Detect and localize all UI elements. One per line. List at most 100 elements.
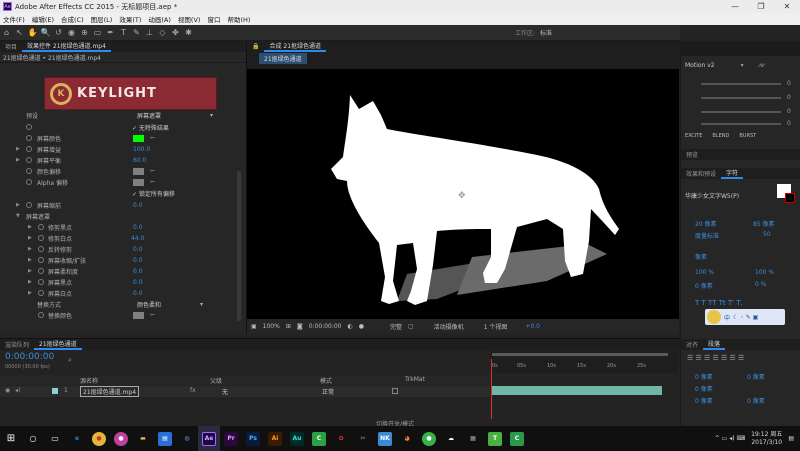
nk-app-icon[interactable]: NK [374,426,396,451]
tab-effects-presets[interactable]: 效果和预设 [681,169,721,178]
motion-version-dropdown[interactable]: Motion v2 [685,62,715,69]
indent-first-value[interactable]: 0 像素 [695,384,713,393]
layer-duration-bar[interactable] [492,386,662,395]
tab-align[interactable]: 对齐 [681,340,703,349]
screen-balance-value[interactable]: 60.0 [133,157,146,164]
alpha-offset-swatch[interactable] [133,179,144,186]
expand-triangle-icon[interactable]: ▶ [28,279,32,285]
puppet-tool-icon[interactable]: ✱ [182,26,195,39]
grid-app-icon[interactable]: ▦ [462,426,484,451]
tab-composition[interactable]: 合成 21抠绿色通道 [264,41,327,52]
camera-tool-icon[interactable]: ◉ [65,26,78,39]
tsume-value[interactable]: 0 % [755,281,766,288]
stamp-tool-icon[interactable]: ⊥ [143,26,156,39]
layer-row[interactable]: ◉ ◂) 1 21抠绿色通道.mp4 fx 无 正常 [0,386,490,397]
edge-icon[interactable]: e [66,426,88,451]
green-c-app-icon[interactable]: C [506,426,528,451]
stopwatch-icon[interactable] [38,235,44,241]
audio-icon[interactable]: ◂) [15,387,20,394]
minimize-button[interactable]: — [722,0,748,13]
comp-subtab[interactable]: 21抠绿色通道 [259,52,307,64]
motion-slider-0[interactable] [701,83,781,85]
horizontal-scale-value[interactable]: 100 % [755,269,774,276]
collapse-triangle-icon[interactable]: ▼ [16,213,20,219]
tab-render-queue[interactable]: 渲染队列 [0,340,34,349]
screen-color-swatch[interactable] [133,135,144,142]
folder-icon[interactable]: ▬ [132,426,154,451]
stopwatch-icon[interactable] [26,124,32,130]
stroke-width-value[interactable]: 像素 [695,252,707,261]
burst-button[interactable]: BURST [739,133,756,139]
screen-preblur-value[interactable]: 0.0 [133,202,143,209]
close-button[interactable]: ✕ [774,0,800,13]
chrome-icon[interactable]: ● [88,426,110,451]
indent-left-value[interactable]: 0 像素 [695,372,713,381]
menu-layer[interactable]: 图层(L) [91,14,113,24]
stopwatch-icon[interactable] [26,168,32,174]
eye-icon[interactable]: ◉ [5,387,10,394]
eyedropper-icon[interactable]: ⤚ [150,178,155,186]
premiere-icon[interactable]: Pr [220,426,242,451]
motion-slider-1[interactable] [701,97,781,99]
notification-icon[interactable]: ▤ [788,435,794,442]
stopwatch-icon[interactable] [38,279,44,285]
eyedropper-icon[interactable]: ⤚ [150,167,155,175]
stopwatch-icon[interactable] [38,224,44,230]
ime-widget[interactable]: 中 ☾ ◦ ✎ ▣ [705,309,785,325]
expand-triangle-icon[interactable]: ▶ [28,257,32,263]
windows-start-icon[interactable]: ⊞ [0,426,22,451]
chevron-down-icon[interactable]: ▾ [210,112,213,119]
timeline-timecode[interactable]: 0:00:00:00 [5,352,54,362]
snapshot-icon[interactable]: ◐ [347,323,352,330]
green-t-app-icon[interactable]: T [484,426,506,451]
shrink-grow-value[interactable]: 0.0 [133,257,143,264]
tab-paragraph[interactable]: 段落 [703,339,726,350]
stopwatch-icon[interactable] [26,202,32,208]
no-special-checkbox[interactable]: ✓ 无特殊结果 [132,123,169,132]
panel-scrollbar[interactable] [237,171,241,321]
blend-button[interactable]: BLEND [712,133,729,139]
align-buttons-icon[interactable]: ☰ ☰ ☰ ☰ ☰ ☰ ☰ [687,354,744,362]
replace-method-dropdown[interactable]: 颜色柔和 [137,300,161,309]
mode-dropdown[interactable]: 正常 [322,387,334,396]
grid-icon[interactable]: ⊞ [286,323,291,330]
camera-icon[interactable]: ◙ [297,323,303,330]
views-dropdown[interactable]: 1 个视图 [484,322,508,331]
kerning-value[interactable]: 度量标准 [695,231,719,240]
current-time[interactable]: 0:00:00:00 [309,323,342,330]
home-icon[interactable]: ⌂ [0,26,13,39]
cloud-app-icon[interactable]: ☁ [440,426,462,451]
layer-label-color[interactable] [52,388,58,394]
zoom-dropdown[interactable]: 100% [263,323,280,330]
menu-edit[interactable]: 编辑(E) [32,14,54,24]
tv-app-icon[interactable]: ▤ [154,426,176,451]
timeline-ruler[interactable]: 0s 05s 10s 15s 20s 25s [490,351,678,373]
menu-file[interactable]: 文件(F) [3,14,25,24]
tracking-value[interactable]: 50 [763,231,771,238]
photoshop-icon[interactable]: Ps [242,426,264,451]
replace-color-swatch[interactable] [133,312,144,319]
expand-triangle-icon[interactable]: ▶ [28,235,32,241]
space-after-value[interactable]: 0 像素 [747,396,765,405]
roto-tool-icon[interactable]: ✤ [169,26,182,39]
ae-taskbar-icon[interactable]: Ae [198,426,220,451]
color-app-icon[interactable]: ● [110,426,132,451]
flower-app-icon[interactable]: ✿ [330,426,352,451]
task-view-icon[interactable]: ▭ [44,426,66,451]
exposure-value[interactable]: +0.0 [525,323,540,330]
font-size-value[interactable]: 20 像素 [695,219,717,228]
eyedropper-icon[interactable]: ⤚ [150,134,155,142]
clip-rollback-value[interactable]: 0.0 [133,246,143,253]
clip-white-value[interactable]: 44.0 [131,235,144,242]
tab-preview[interactable]: 预览 [681,150,703,159]
menu-animation[interactable]: 动画(A) [148,14,171,24]
snipping-app-icon[interactable]: ✂ [352,426,374,451]
stopwatch-icon[interactable] [38,290,44,296]
cortana-icon[interactable]: ○ [22,426,44,451]
tab-character[interactable]: 字符 [721,168,744,179]
pan-tool-icon[interactable]: ⊕ [78,26,91,39]
stopwatch-icon[interactable] [26,157,32,163]
menu-view[interactable]: 视图(V) [178,14,201,24]
stopwatch-icon[interactable] [26,135,32,141]
layer-name[interactable]: 21抠绿色通道.mp4 [80,386,140,397]
